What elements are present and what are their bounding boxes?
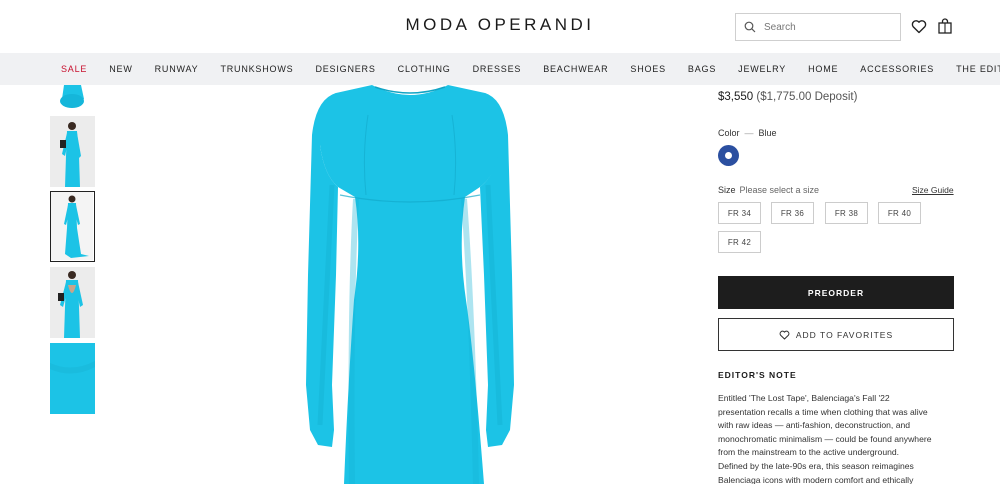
search-icon[interactable] — [736, 14, 764, 40]
nav-item-runway[interactable]: RUNWAY — [155, 64, 199, 74]
color-label: Color — [718, 128, 740, 138]
editors-note-line: with raw ideas — anti-fashion, deconstru… — [718, 420, 911, 431]
nav-item-sale[interactable]: SALE — [61, 64, 87, 74]
add-to-favorites-button[interactable]: ADD TO FAVORITES — [718, 318, 954, 351]
nav-item-dresses[interactable]: DRESSES — [473, 64, 522, 74]
size-option-fr42[interactable]: FR 42 — [718, 231, 761, 253]
nav-item-bags[interactable]: BAGS — [688, 64, 716, 74]
size-option-fr34[interactable]: FR 34 — [718, 202, 761, 224]
nav-item-clothing[interactable]: CLOTHING — [398, 64, 451, 74]
editors-note-line: monochromatic minimalism — could be foun… — [718, 433, 932, 444]
size-row: Size Please select a size — [718, 185, 819, 195]
color-swatch-blue[interactable] — [718, 145, 739, 166]
nav-item-the-edit[interactable]: THE EDIT — [956, 64, 1000, 74]
nav-item-shoes[interactable]: SHOES — [630, 64, 666, 74]
editors-note-line: Entitled 'The Lost Tape', Balenciaga's F… — [718, 393, 890, 403]
swatch-selected-indicator — [725, 152, 732, 159]
preorder-label: PREORDER — [807, 287, 865, 298]
nav-item-trunkshows[interactable]: TRUNKSHOWS — [220, 64, 293, 74]
nav-item-accessories[interactable]: ACCESSORIES — [860, 64, 934, 74]
site-header: MODA OPERANDI — [0, 0, 1000, 53]
color-separator: — — [744, 128, 754, 138]
editors-note-line: presentation recalls a time when clothin… — [718, 406, 928, 417]
editors-note-line: Defined by the late-90s era, this season… — [718, 460, 914, 471]
size-option-fr38[interactable]: FR 38 — [825, 202, 868, 224]
nav-item-home[interactable]: HOME — [808, 64, 838, 74]
color-row: Color — Blue — [718, 128, 777, 138]
editors-note-line: from the mainstream to the active underg… — [718, 447, 900, 458]
price-value: $3,550 — [718, 91, 754, 103]
nav-item-jewelry[interactable]: JEWELRY — [738, 64, 786, 74]
product-price: $3,550 ($1,775.00 Deposit) — [718, 91, 857, 103]
search-box[interactable] — [735, 13, 901, 41]
thumbnail-2[interactable] — [50, 116, 95, 187]
product-main-image[interactable] — [280, 85, 540, 484]
heart-icon[interactable] — [910, 17, 928, 35]
color-value: Blue — [758, 128, 777, 138]
size-guide-link[interactable]: Size Guide — [912, 185, 954, 195]
thumbnail-5[interactable] — [50, 343, 95, 414]
search-input[interactable] — [764, 21, 894, 33]
editors-note-line: Balenciaga icons with modern comfort and… — [718, 474, 914, 484]
heart-icon — [779, 330, 790, 340]
thumbnail-4[interactable] — [50, 267, 95, 338]
thumbnail-1[interactable] — [50, 85, 95, 110]
size-hint: Please select a size — [739, 185, 820, 195]
shopping-bag-icon[interactable] — [936, 17, 954, 35]
editors-note-title: EDITOR'S NOTE — [718, 370, 797, 380]
nav-item-designers[interactable]: DESIGNERS — [315, 64, 375, 74]
favorites-label: ADD TO FAVORITES — [795, 329, 894, 340]
editors-note-text: Entitled 'The Lost Tape', Balenciaga's F… — [718, 392, 958, 484]
size-option-fr36[interactable]: FR 36 — [771, 202, 814, 224]
preorder-button[interactable]: PREORDER — [718, 276, 954, 309]
size-option-fr40[interactable]: FR 40 — [878, 202, 921, 224]
main-nav: SALE NEW RUNWAY TRUNKSHOWS DESIGNERS CLO… — [0, 53, 1000, 85]
nav-item-beachwear[interactable]: BEACHWEAR — [543, 64, 608, 74]
nav-item-new[interactable]: NEW — [109, 64, 132, 74]
thumbnail-3-selected[interactable] — [50, 191, 95, 262]
deposit-value: ($1,775.00 Deposit) — [756, 91, 858, 103]
size-label: Size — [718, 185, 736, 195]
logo-text[interactable]: MODA OPERANDI — [405, 15, 594, 34]
